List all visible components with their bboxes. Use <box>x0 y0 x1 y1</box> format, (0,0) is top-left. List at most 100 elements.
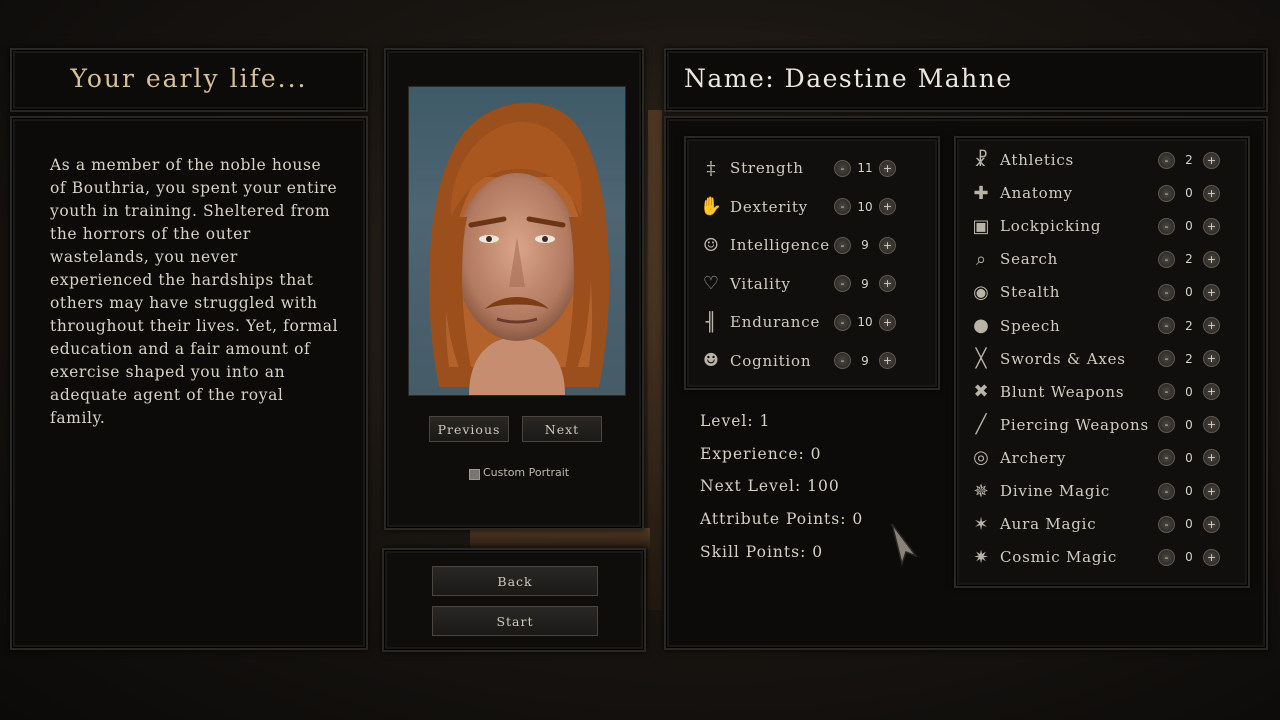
skill-value: 0 <box>1185 285 1193 300</box>
skill-row: ✚ Anatomy <box>968 181 1073 205</box>
attribute-value: 10 <box>857 315 873 329</box>
skill-stepper: -2 + <box>1158 316 1220 336</box>
attribute-value: 9 <box>861 276 869 291</box>
decrease-button[interactable]: - <box>1158 515 1175 533</box>
skill-row: ╳ Swords & Axes <box>968 347 1126 371</box>
skill-label: Piercing Weapons <box>1000 415 1149 434</box>
increase-button[interactable]: + <box>1203 184 1220 202</box>
decrease-button[interactable]: - <box>834 198 851 215</box>
decrease-button[interactable]: - <box>834 159 851 177</box>
portrait-image <box>429 103 610 395</box>
skill-stepper: -0 + <box>1158 415 1220 435</box>
decrease-button[interactable]: - <box>1158 217 1175 235</box>
increase-button[interactable]: + <box>1203 482 1220 500</box>
decrease-button[interactable]: - <box>834 313 851 331</box>
skill-row: ✖ Blunt Weapons <box>968 380 1124 404</box>
decrease-button[interactable]: - <box>1158 449 1175 467</box>
decrease-button[interactable]: - <box>1158 383 1175 401</box>
skill-row: ✵ Divine Magic <box>968 479 1110 503</box>
increase-button[interactable]: + <box>879 198 896 215</box>
attribute-stepper: -10 + <box>834 312 896 332</box>
crossed-maces-icon: ✖ <box>973 381 989 403</box>
skill-value: 2 <box>1185 351 1193 366</box>
previous-portrait-button[interactable]: Previous <box>429 416 509 442</box>
increase-button[interactable]: + <box>1203 317 1220 334</box>
back-button[interactable]: Back <box>432 566 598 596</box>
skill-row: ⌕ Search <box>968 247 1058 271</box>
increase-button[interactable]: + <box>1203 250 1220 268</box>
character-portrait <box>408 86 626 396</box>
decrease-button[interactable]: - <box>1158 283 1175 301</box>
attribute-label: Vitality <box>730 274 791 293</box>
increase-button[interactable]: + <box>879 275 896 292</box>
endurance-icon: ╢ <box>705 311 717 333</box>
increase-button[interactable]: + <box>1203 383 1220 401</box>
skill-stepper: -0 + <box>1158 547 1220 567</box>
decrease-button[interactable]: - <box>1158 151 1175 169</box>
start-button[interactable]: Start <box>432 606 598 636</box>
skill-stepper: -0 + <box>1158 514 1220 534</box>
increase-button[interactable]: + <box>1203 449 1220 467</box>
skill-value: 2 <box>1185 153 1193 167</box>
attribute-label: Intelligence <box>730 236 830 254</box>
skill-label: Aura Magic <box>1000 515 1097 534</box>
skill-value: 2 <box>1185 252 1193 267</box>
increase-button[interactable]: + <box>879 313 896 331</box>
custom-portrait-checkbox[interactable] <box>469 469 480 480</box>
decrease-button[interactable]: - <box>834 352 851 369</box>
custom-portrait-label: Custom Portrait <box>483 466 570 479</box>
attribute-stepper: -9 + <box>834 235 896 255</box>
skill-row: ▣ Lockpicking <box>968 214 1101 238</box>
decrease-button[interactable]: - <box>1158 250 1175 268</box>
increase-button[interactable]: + <box>879 236 896 254</box>
attributes-panel: ‡ Strength -11 + ✋ Dexterity -10 + ☺ Intelligence… <box>684 136 940 390</box>
increase-button[interactable]: + <box>879 159 896 177</box>
story-title-panel: Your early life... <box>10 48 368 112</box>
skill-stepper: -0 + <box>1158 448 1220 468</box>
increase-button[interactable]: + <box>879 352 896 369</box>
skill-stepper: -0 + <box>1158 481 1220 501</box>
skill-row: ✷ Cosmic Magic <box>968 545 1117 569</box>
attribute-value: 9 <box>861 238 869 252</box>
next-portrait-button[interactable]: Next <box>522 416 602 442</box>
skill-value: 0 <box>1185 517 1193 532</box>
magnifier-icon: ⌕ <box>975 248 987 270</box>
decrease-button[interactable]: - <box>1158 317 1175 334</box>
decrease-button[interactable]: - <box>834 275 851 292</box>
skill-value: 2 <box>1185 318 1193 333</box>
decrease-button[interactable]: - <box>1158 350 1175 368</box>
decrease-button[interactable]: - <box>1158 482 1175 500</box>
decrease-button[interactable]: - <box>834 236 851 254</box>
cosmic-star-icon: ✷ <box>973 546 989 568</box>
spear-icon: ╱ <box>975 414 987 436</box>
attribute-value: 9 <box>861 353 869 368</box>
aura-star-icon: ✶ <box>973 513 989 535</box>
skill-label: Archery <box>1000 448 1067 467</box>
increase-button[interactable]: + <box>1203 151 1220 169</box>
decrease-button[interactable]: - <box>1158 548 1175 566</box>
action-panel: Back Start <box>382 548 646 652</box>
increase-button[interactable]: + <box>1203 283 1220 301</box>
decrease-button[interactable]: - <box>1158 416 1175 434</box>
story-title: Your early life... <box>70 64 308 93</box>
increase-button[interactable]: + <box>1203 416 1220 434</box>
attribute-value: 10 <box>857 199 873 214</box>
skill-row: ◉ Stealth <box>968 280 1060 304</box>
skill-value: 0 <box>1185 450 1193 465</box>
increase-button[interactable]: + <box>1203 217 1220 235</box>
increase-button[interactable]: + <box>1203 515 1220 533</box>
crossed-swords-icon: ╳ <box>975 348 987 370</box>
increase-button[interactable]: + <box>1203 350 1220 368</box>
name-panel: Name: Daestine Mahne <box>664 48 1268 112</box>
background-scene <box>648 110 662 610</box>
skill-stepper: -0 + <box>1158 216 1220 236</box>
athletics-icon: ☧ <box>973 149 989 171</box>
skill-stepper: -0 + <box>1158 282 1220 302</box>
skill-value: 0 <box>1185 384 1193 399</box>
attribute-row: ☺ Intelligence <box>698 233 830 257</box>
vitality-icon: ♡ <box>702 273 720 294</box>
attribute-row: ╢ Endurance <box>698 310 820 334</box>
increase-button[interactable]: + <box>1203 548 1220 566</box>
decrease-button[interactable]: - <box>1158 184 1175 202</box>
skill-label: Blunt Weapons <box>1000 382 1125 401</box>
